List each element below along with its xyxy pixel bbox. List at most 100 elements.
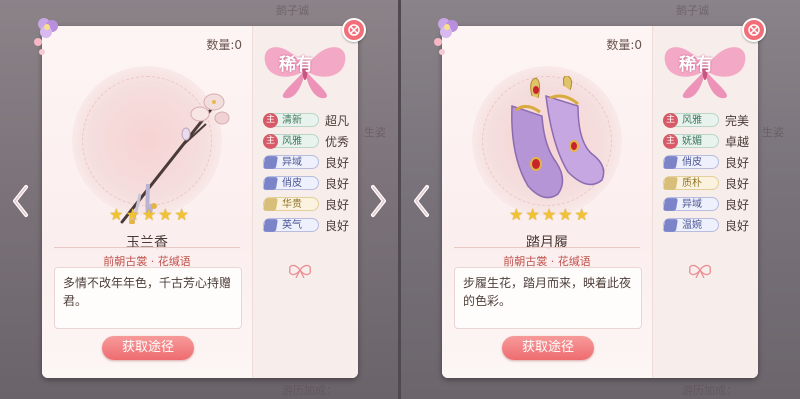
attribute-tag: 质朴 [663, 176, 719, 190]
attribute-row: 主清新 超凡 [261, 110, 357, 130]
attribute-value: 良好 [725, 219, 750, 233]
item-main-panel: 数量:0 ★ ★ ★ ★ ★ 踏月履 前朝古裳 · 花缄语 步履生花，踏月而来，… [442, 26, 652, 378]
attribute-list: 主风雅 完美 主妩媚 卓越 俏皮 良好 质朴 良好 异域 良好 温婉 良好 [661, 110, 757, 236]
item-count: 数量:0 [206, 38, 242, 52]
attribute-row: 主风雅 优秀 [261, 131, 357, 151]
attribute-icon [263, 219, 278, 232]
attribute-panel: 稀有 主清新 超凡 主风雅 优秀 异域 良好 俏皮 良好 华贵 良好 英气 良好 [252, 26, 358, 378]
attribute-tag-label: 英气 [282, 220, 302, 231]
attribute-row: 主妩媚 卓越 [661, 131, 757, 151]
flower-icon [34, 18, 58, 55]
primary-attribute-icon: 主 [663, 134, 678, 149]
attribute-value: 良好 [725, 156, 750, 170]
shoes-image [511, 76, 605, 199]
star-icon: ★ [174, 205, 189, 224]
attribute-value: 良好 [325, 177, 350, 191]
attribute-icon [263, 156, 278, 169]
attribute-tag-label: 风雅 [282, 136, 302, 147]
primary-attribute-icon: 主 [663, 113, 678, 128]
rarity-label: 稀有 [679, 55, 713, 75]
attribute-value: 良好 [325, 198, 350, 212]
attribute-value: 卓越 [725, 135, 750, 149]
close-icon [748, 24, 760, 36]
star-icon: ★ [125, 205, 140, 224]
item-description: 步履生花，踏月而来，映着此夜的色彩。 [454, 267, 642, 329]
attribute-tag: 主风雅 [263, 134, 319, 149]
attribute-tag-label: 妩媚 [682, 136, 702, 147]
attribute-icon [263, 198, 278, 211]
attribute-icon [263, 177, 278, 190]
attribute-tag-label: 俏皮 [682, 157, 702, 168]
attribute-icon [663, 219, 678, 232]
item-description: 多情不改年年色，千古芳心持赠君。 [54, 267, 242, 329]
attribute-tag-label: 风雅 [682, 115, 702, 126]
item-detail-card-right: 数量:0 ★ ★ ★ ★ ★ 踏月履 前朝古裳 · 花缄语 步履生花，踏月而来，… [442, 26, 758, 378]
bow-icon [689, 264, 711, 278]
attribute-tag: 俏皮 [663, 155, 719, 169]
chevron-left-icon[interactable] [412, 184, 430, 218]
attribute-tag: 异域 [263, 155, 319, 169]
attribute-tag-label: 质朴 [682, 178, 702, 189]
attribute-tag-label: 俏皮 [282, 178, 302, 189]
panel-divider [398, 0, 401, 399]
item-detail-card-left: 数量:0 ★ ★ ★ ★ ★ 玉兰香 前朝古裳 · 花缄语 多情不改年年色，千古… [42, 26, 358, 378]
attribute-value: 良好 [725, 177, 750, 191]
star-icon: ★ [574, 205, 589, 224]
item-count: 数量:0 [606, 38, 642, 52]
attribute-row: 俏皮 良好 [661, 152, 757, 172]
attribute-tag-label: 清新 [282, 115, 302, 126]
item-name: 玉兰香 [126, 235, 168, 251]
star-icon: ★ [525, 205, 540, 224]
close-button[interactable] [342, 18, 366, 42]
attribute-row: 异域 良好 [661, 194, 757, 214]
attribute-tag-label: 温婉 [682, 220, 702, 231]
divider-line [54, 247, 240, 248]
background-text: 鹅子诚 [276, 4, 309, 17]
obtain-method-button[interactable]: 获取途径 [102, 336, 194, 360]
bow-icon [289, 264, 311, 278]
attribute-row: 俏皮 良好 [261, 173, 357, 193]
attribute-row: 英气 良好 [261, 215, 357, 235]
primary-attribute-icon: 主 [263, 113, 278, 128]
attribute-value: 良好 [725, 198, 750, 212]
attribute-tag: 温婉 [663, 218, 719, 232]
attribute-row: 质朴 良好 [661, 173, 757, 193]
attribute-tag: 主清新 [263, 113, 319, 128]
chevron-left-icon[interactable] [11, 184, 29, 218]
attribute-list: 主清新 超凡 主风雅 优秀 异域 良好 俏皮 良好 华贵 良好 英气 良好 [261, 110, 357, 236]
attribute-tag-label: 异域 [282, 157, 302, 168]
divider-line [454, 247, 640, 248]
primary-attribute-icon: 主 [263, 134, 278, 149]
attribute-value: 超凡 [325, 114, 350, 128]
attribute-tag: 异域 [663, 197, 719, 211]
obtain-method-button[interactable]: 获取途径 [502, 336, 594, 360]
background-text: 生姿 [762, 126, 784, 139]
attribute-tag: 主风雅 [663, 113, 719, 128]
attribute-value: 完美 [725, 114, 750, 128]
attribute-icon [663, 156, 678, 169]
attribute-row: 异域 良好 [261, 152, 357, 172]
attribute-tag: 俏皮 [263, 176, 319, 190]
attribute-row: 主风雅 完美 [661, 110, 757, 130]
star-icon: ★ [558, 205, 573, 224]
attribute-value: 优秀 [325, 135, 350, 149]
attribute-icon [663, 177, 678, 190]
attribute-value: 良好 [325, 156, 350, 170]
attribute-value: 良好 [325, 219, 350, 233]
background-text: 游历加成： [282, 384, 337, 397]
item-name: 踏月履 [526, 235, 568, 251]
star-icon: ★ [141, 205, 157, 224]
item-main-panel: 数量:0 ★ ★ ★ ★ ★ 玉兰香 前朝古裳 · 花缄语 多情不改年年色，千古… [42, 26, 252, 378]
close-button[interactable] [742, 18, 766, 42]
star-rating: ★ ★ ★ ★ ★ [504, 206, 594, 224]
star-icon: ★ [541, 205, 557, 224]
background-text: 鹅子诚 [676, 4, 709, 17]
star-rating: ★ ★ ★ ★ ★ [104, 206, 194, 224]
star-icon: ★ [509, 205, 524, 224]
flower-icon [434, 18, 458, 55]
chevron-right-icon[interactable] [370, 184, 388, 218]
rarity-label: 稀有 [279, 55, 313, 75]
attribute-tag-label: 异域 [682, 199, 702, 210]
background-text: 生姿 [364, 126, 386, 139]
attribute-panel: 稀有 主风雅 完美 主妩媚 卓越 俏皮 良好 质朴 良好 异域 良好 温婉 良好 [652, 26, 758, 378]
